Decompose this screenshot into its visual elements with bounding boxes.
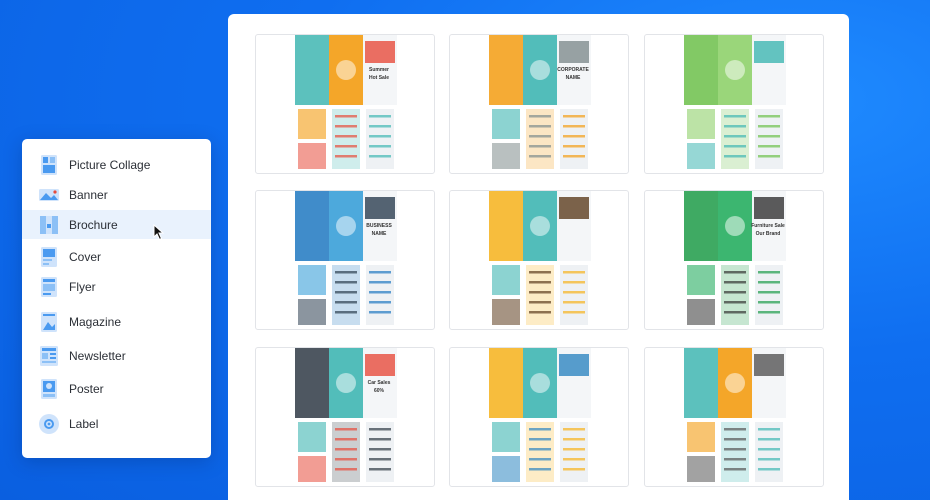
menu-item-label: Flyer <box>69 279 96 294</box>
template-card-car-brochure[interactable]: Car Sales 60% <box>255 347 435 487</box>
template-caption: NAME <box>566 75 581 81</box>
menu-item-banner[interactable]: Banner <box>22 180 211 209</box>
menu-item-poster[interactable]: Poster <box>22 374 211 403</box>
template-gallery-panel: Summer Hot Sale CORPORATE NAME BUSINESS NAME F… <box>228 14 849 500</box>
template-card-christmas-brochure[interactable] <box>644 34 824 174</box>
template-caption: Furniture Sale <box>751 223 785 229</box>
template-thumbnail: Car Sales 60% <box>295 348 397 486</box>
menu-item-brochure[interactable]: Brochure <box>22 210 211 239</box>
template-caption: 60% <box>374 388 385 394</box>
template-thumbnail <box>489 191 591 329</box>
template-card-corporate-brochure[interactable]: CORPORATE NAME <box>449 34 629 174</box>
cover-icon <box>41 246 57 267</box>
menu-item-magazine[interactable]: Magazine <box>22 307 211 336</box>
picture-collage-icon <box>41 154 57 175</box>
menu-item-label: Poster <box>69 381 104 396</box>
template-card-beach-brochure[interactable] <box>449 347 629 487</box>
menu-item-label: Cover <box>69 249 102 264</box>
newsletter-icon <box>40 345 58 366</box>
menu-item-label: Banner <box>69 187 108 202</box>
template-card-city-tour-brochure[interactable] <box>644 347 824 487</box>
menu-item-label: Newsletter <box>69 348 126 363</box>
template-caption: Summer <box>369 67 389 73</box>
template-thumbnail <box>684 348 786 486</box>
template-card-furniture-brochure[interactable]: Furniture Sale Our Brand <box>644 190 824 330</box>
menu-item-cover[interactable]: Cover <box>22 242 211 271</box>
template-thumbnail: BUSINESS NAME <box>295 191 397 329</box>
template-thumbnail <box>489 348 591 486</box>
template-card-business-brochure[interactable]: BUSINESS NAME <box>255 190 435 330</box>
menu-item-label: Magazine <box>69 314 122 329</box>
flyer-icon <box>41 276 57 297</box>
template-caption: BUSINESS <box>366 223 392 229</box>
brochure-icon <box>40 215 58 234</box>
template-caption: Car Sales <box>368 380 391 386</box>
poster-icon <box>41 378 57 399</box>
category-menu: Picture Collage Banner Brochure Cover Flyer M… <box>22 139 211 458</box>
template-card-food-brochure[interactable]: Summer Hot Sale <box>255 34 435 174</box>
menu-item-flyer[interactable]: Flyer <box>22 272 211 301</box>
mouse-cursor-icon <box>153 224 165 241</box>
template-thumbnail: Furniture Sale Our Brand <box>684 191 786 329</box>
template-thumbnail: Summer Hot Sale <box>295 35 397 173</box>
menu-item-picture-collage[interactable]: Picture Collage <box>22 150 211 179</box>
menu-item-label: Label <box>69 416 99 431</box>
template-caption: Hot Sale <box>369 75 389 81</box>
template-card-travel-brochure[interactable] <box>449 190 629 330</box>
template-thumbnail: CORPORATE NAME <box>489 35 591 173</box>
template-caption: CORPORATE <box>557 67 589 73</box>
menu-item-newsletter[interactable]: Newsletter <box>22 341 211 370</box>
label-icon <box>39 413 59 434</box>
banner-icon <box>39 188 59 201</box>
menu-item-label: Picture Collage <box>69 157 151 172</box>
menu-item-label: Brochure <box>69 217 118 232</box>
template-caption: NAME <box>372 231 387 237</box>
magazine-icon <box>41 311 57 332</box>
template-caption: Our Brand <box>756 231 781 237</box>
menu-item-label[interactable]: Label <box>22 409 211 438</box>
template-thumbnail <box>684 35 786 173</box>
